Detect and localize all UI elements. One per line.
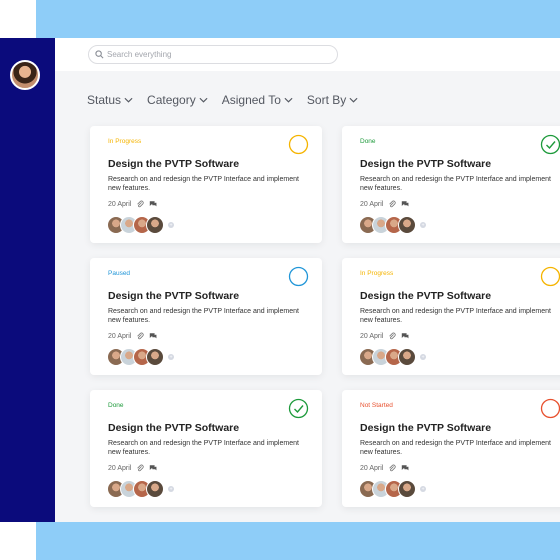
- top-bar: [55, 38, 560, 71]
- comment-icon[interactable]: [401, 464, 409, 472]
- due-date: 20 April: [108, 200, 132, 208]
- assignees[interactable]: +: [359, 480, 426, 498]
- assignees[interactable]: +: [359, 348, 426, 366]
- status-label: Not Started: [360, 402, 393, 409]
- status-label: In Progress: [360, 270, 394, 277]
- task-title: Design the PVTP Software: [108, 290, 240, 302]
- task-description: Research on and redesign the PVTP Interf…: [108, 308, 299, 324]
- filter-label: Category: [147, 93, 196, 107]
- assignee-avatar: [398, 348, 416, 366]
- attachment-icon[interactable]: [388, 332, 396, 340]
- task-description: Research on and redesign the PVTP Interf…: [360, 308, 551, 324]
- task-meta: 20 April: [108, 464, 157, 472]
- assignees[interactable]: +: [107, 480, 174, 498]
- status-label: Done: [108, 402, 124, 409]
- user-avatar[interactable]: [10, 60, 40, 90]
- search-input[interactable]: [107, 50, 327, 59]
- attachment-icon[interactable]: [388, 200, 396, 208]
- assignees[interactable]: +: [359, 216, 426, 234]
- comment-icon[interactable]: [149, 200, 157, 208]
- task-title: Design the PVTP Software: [360, 158, 492, 170]
- more-assignees-icon[interactable]: +: [420, 354, 426, 360]
- more-assignees-icon[interactable]: +: [420, 486, 426, 492]
- filter-label: Status: [87, 93, 122, 107]
- assignees[interactable]: +: [107, 348, 174, 366]
- status-ring-icon[interactable]: [288, 134, 309, 155]
- task-meta: 20 April: [360, 332, 409, 340]
- due-date: 20 April: [108, 332, 132, 340]
- task-meta: 20 April: [108, 332, 157, 340]
- assignee-avatar: [146, 216, 164, 234]
- status-label: Done: [360, 138, 376, 145]
- due-date: 20 April: [360, 200, 384, 208]
- task-description: Research on and redesign the PVTP Interf…: [360, 440, 551, 456]
- filter-status[interactable]: Status: [87, 93, 133, 107]
- task-card[interactable]: Not Started Design the PVTP Software Resea…: [342, 390, 560, 507]
- attachment-icon[interactable]: [136, 332, 144, 340]
- filter-label: Asigned To: [221, 93, 281, 107]
- task-card[interactable]: Done Design the PVTP Software Research on …: [90, 390, 322, 507]
- comment-icon[interactable]: [401, 332, 409, 340]
- more-assignees-icon[interactable]: +: [168, 354, 174, 360]
- status-label: Paused: [108, 270, 131, 277]
- status-ring-icon[interactable]: [540, 398, 560, 419]
- status-label: In Progress: [108, 138, 142, 145]
- task-card[interactable]: In Progress Design the PVTP Software Resea…: [342, 258, 560, 375]
- comment-icon[interactable]: [149, 464, 157, 472]
- status-ring-icon[interactable]: [540, 266, 560, 287]
- task-card[interactable]: In Progress Design the PVTP Software Resea…: [90, 126, 322, 243]
- background-band-bottom: [36, 522, 560, 560]
- filter-label: Sort By: [306, 93, 347, 107]
- search-box[interactable]: [88, 45, 338, 64]
- attachment-icon[interactable]: [136, 200, 144, 208]
- chevron-down-icon: [199, 97, 208, 103]
- check-circle-icon[interactable]: [540, 134, 560, 155]
- task-title: Design the PVTP Software: [108, 158, 240, 170]
- filter-sort-by[interactable]: Sort By: [307, 93, 358, 107]
- task-meta: 20 April: [360, 464, 409, 472]
- assignee-avatar: [146, 480, 164, 498]
- due-date: 20 April: [360, 332, 384, 340]
- task-meta: 20 April: [360, 200, 409, 208]
- filter-category[interactable]: Category: [147, 93, 208, 107]
- attachment-icon[interactable]: [136, 464, 144, 472]
- attachment-icon[interactable]: [388, 464, 396, 472]
- due-date: 20 April: [108, 464, 132, 472]
- status-ring-icon[interactable]: [288, 266, 309, 287]
- task-title: Design the PVTP Software: [108, 422, 240, 434]
- chevron-down-icon: [349, 97, 358, 103]
- due-date: 20 April: [360, 464, 384, 472]
- task-description: Research on and redesign the PVTP Interf…: [108, 440, 299, 456]
- more-assignees-icon[interactable]: +: [420, 222, 426, 228]
- assignee-avatar: [398, 216, 416, 234]
- task-title: Design the PVTP Software: [360, 422, 492, 434]
- filter-bar: Status Category Asigned To Sort By: [87, 93, 358, 107]
- task-title: Design the PVTP Software: [360, 290, 492, 302]
- comment-icon[interactable]: [149, 332, 157, 340]
- task-description: Research on and redesign the PVTP Interf…: [108, 176, 299, 192]
- chevron-down-icon: [124, 97, 133, 103]
- check-circle-icon[interactable]: [288, 398, 309, 419]
- assignees[interactable]: +: [107, 216, 174, 234]
- search-icon: [95, 50, 104, 59]
- assignee-avatar: [146, 348, 164, 366]
- assignee-avatar: [398, 480, 416, 498]
- filter-assigned-to[interactable]: Asigned To: [222, 93, 293, 107]
- task-card[interactable]: Paused Design the PVTP Software Research o…: [90, 258, 322, 375]
- comment-icon[interactable]: [401, 200, 409, 208]
- more-assignees-icon[interactable]: +: [168, 486, 174, 492]
- task-card[interactable]: Done Design the PVTP Software Research on …: [342, 126, 560, 243]
- main-content: Status Category Asigned To Sort By In Pr…: [55, 38, 560, 522]
- task-meta: 20 April: [108, 200, 157, 208]
- task-description: Research on and redesign the PVTP Interf…: [360, 176, 551, 192]
- sidebar: [0, 38, 55, 522]
- background-band-top: [36, 0, 560, 38]
- more-assignees-icon[interactable]: +: [168, 222, 174, 228]
- chevron-down-icon: [284, 97, 293, 103]
